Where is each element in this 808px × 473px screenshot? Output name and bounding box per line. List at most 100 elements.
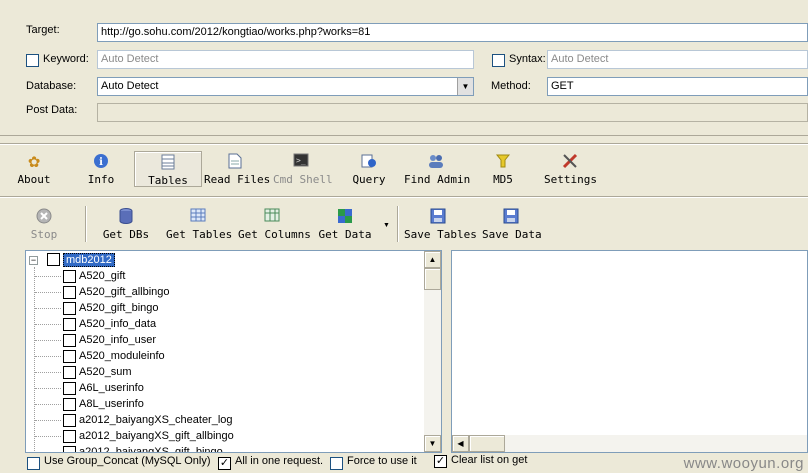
tree-branch-line — [35, 308, 61, 309]
tree-item[interactable]: A520_gift — [35, 268, 415, 284]
save-tables-icon — [429, 208, 447, 226]
scroll-up-icon[interactable]: ▲ — [424, 251, 441, 268]
toolbar-query-button[interactable]: Query — [350, 153, 388, 189]
toolbar-find-admin-button[interactable]: Find Admin — [404, 153, 470, 189]
watermark: www.wooyun.org — [683, 455, 804, 472]
toolbar-tables-button[interactable]: Tables — [134, 151, 202, 187]
tree-item[interactable]: A520_info_data — [35, 316, 415, 332]
tree-item-label: A520_gift — [79, 270, 126, 282]
tree-branch-line — [35, 292, 61, 293]
get-dbs-button[interactable]: Get DBs — [100, 208, 152, 244]
tree-branch-line — [35, 372, 61, 373]
tree-item-checkbox[interactable] — [63, 398, 76, 411]
columns-icon — [263, 208, 281, 226]
tree-item[interactable]: A8L_userinfo — [35, 396, 415, 412]
tree-item-checkbox[interactable] — [63, 302, 76, 315]
database-select[interactable]: Auto Detect ▼ — [97, 77, 474, 96]
tree-item-checkbox[interactable] — [63, 446, 76, 452]
chevron-down-icon[interactable]: ▼ — [457, 78, 473, 95]
get-columns-button[interactable]: Get Columns — [238, 208, 311, 244]
method-label: Method: — [491, 80, 531, 92]
tree-item[interactable]: a2012_baiyangXS_cheater_log — [35, 412, 415, 428]
tree-item[interactable]: a2012_baiyangXS_gift_bingo — [35, 444, 415, 453]
tree-item-checkbox[interactable] — [63, 286, 76, 299]
syntax-label: Syntax: — [509, 53, 546, 65]
get-tables-button[interactable]: Get Tables — [166, 208, 232, 244]
get-data-dropdown-icon[interactable]: ▼ — [383, 222, 390, 229]
post-data-label: Post Data: — [26, 104, 78, 116]
tree-item-checkbox[interactable] — [63, 414, 76, 427]
table-tree[interactable]: − mdb2012 A520_gift A520_gift_allbingo A52… — [25, 250, 442, 453]
tree-item-checkbox[interactable] — [63, 318, 76, 331]
post-data-input[interactable] — [97, 103, 808, 122]
database-label: Database: — [26, 80, 77, 92]
tree-root-checkbox[interactable] — [47, 253, 60, 266]
keyword-checkbox[interactable] — [26, 54, 39, 67]
tree-item-label: A520_gift_bingo — [79, 302, 159, 314]
about-icon: ✿ — [27, 153, 41, 171]
method-select[interactable]: GET — [547, 77, 808, 96]
svg-text:>_: >_ — [296, 156, 306, 165]
tree-branch-line — [35, 388, 61, 389]
scroll-thumb[interactable] — [424, 268, 441, 290]
tree-item[interactable]: A520_sum — [35, 364, 415, 380]
tree-branch-line — [35, 356, 61, 357]
tree-item-checkbox[interactable] — [63, 350, 76, 363]
toolbar-divider — [397, 206, 399, 242]
keyword-input[interactable]: Auto Detect — [97, 50, 474, 69]
toolbar-divider — [85, 206, 87, 242]
target-input[interactable]: http://go.sohu.com/2012/kongtiao/works.p… — [97, 23, 808, 42]
tree-vertical-scrollbar[interactable]: ▲ ▼ — [424, 251, 441, 452]
stop-icon — [35, 208, 53, 226]
tree-item-label: a2012_baiyangXS_gift_bingo — [79, 446, 223, 453]
tree-item[interactable]: A520_gift_bingo — [35, 300, 415, 316]
collapse-icon[interactable]: − — [29, 256, 38, 265]
tree-item-label: A520_info_user — [79, 334, 157, 346]
toolbar-cmd-shell-button[interactable]: >_ Cmd Shell — [273, 153, 333, 189]
clear-list-label: Clear list on get — [451, 454, 528, 466]
force-checkbox[interactable] — [330, 457, 343, 470]
save-data-icon — [502, 208, 520, 226]
data-horizontal-scrollbar[interactable]: ◀ — [452, 435, 807, 452]
tree-item[interactable]: a2012_baiyangXS_gift_allbingo — [35, 428, 415, 444]
svg-text:i: i — [99, 157, 103, 168]
tree-item-checkbox[interactable] — [63, 366, 76, 379]
database-select-value: Auto Detect — [101, 80, 159, 92]
save-data-button[interactable]: Save Data — [482, 208, 542, 244]
md5-icon — [494, 153, 512, 171]
tree-item-label: a2012_baiyangXS_gift_allbingo — [79, 430, 234, 442]
get-data-button[interactable]: Get Data — [318, 208, 372, 244]
toolbar-settings-button[interactable]: Settings — [544, 153, 597, 189]
toolbar-separator — [0, 143, 808, 145]
all-in-one-checkbox[interactable]: ✓ — [218, 457, 231, 470]
syntax-checkbox[interactable] — [492, 54, 505, 67]
syntax-input[interactable]: Auto Detect — [547, 50, 808, 69]
keyword-label: Keyword: — [43, 53, 89, 65]
save-tables-button[interactable]: Save Tables — [404, 208, 477, 244]
data-grid-pane[interactable]: ◀ — [451, 250, 808, 453]
tables-icon — [159, 154, 177, 172]
scroll-down-icon[interactable]: ▼ — [424, 435, 441, 452]
tree-item[interactable]: A520_moduleinfo — [35, 348, 415, 364]
tree-branch-line — [35, 420, 61, 421]
tree-item-label: A520_moduleinfo — [79, 350, 165, 362]
tree-item[interactable]: A6L_userinfo — [35, 380, 415, 396]
tree-branch-line — [35, 452, 61, 453]
scroll-left-icon[interactable]: ◀ — [452, 435, 469, 452]
tree-item[interactable]: A520_gift_allbingo — [35, 284, 415, 300]
tree-item-checkbox[interactable] — [63, 382, 76, 395]
tree-item-checkbox[interactable] — [63, 334, 76, 347]
toolbar-about-button[interactable]: ✿ About — [16, 153, 52, 189]
toolbar-read-files-button[interactable]: Read Files — [204, 153, 270, 189]
clear-list-checkbox[interactable]: ✓ — [434, 455, 447, 468]
stop-button[interactable]: Stop — [29, 208, 59, 244]
scroll-thumb[interactable] — [469, 435, 505, 452]
tree-item-label: A8L_userinfo — [79, 398, 144, 410]
tree-item-label: a2012_baiyangXS_cheater_log — [79, 414, 233, 426]
tree-item-checkbox[interactable] — [63, 430, 76, 443]
group-concat-checkbox[interactable] — [27, 457, 40, 470]
tree-item-checkbox[interactable] — [63, 270, 76, 283]
toolbar-info-button[interactable]: i Info — [84, 153, 118, 189]
tree-item[interactable]: A520_info_user — [35, 332, 415, 348]
toolbar-md5-button[interactable]: MD5 — [490, 153, 516, 189]
